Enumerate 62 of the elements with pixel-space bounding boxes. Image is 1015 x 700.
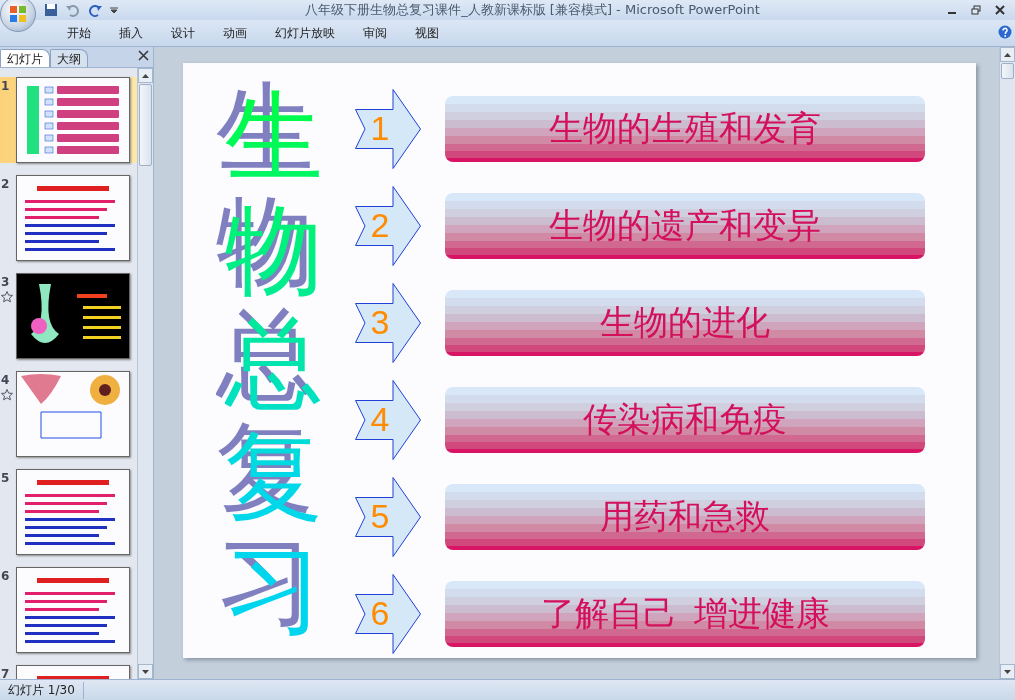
ribbon-tab[interactable]: 动画 [209, 22, 261, 44]
caret-down-icon [1004, 669, 1011, 674]
scrollbar-thumb[interactable] [139, 84, 152, 166]
slide-thumbnail[interactable] [16, 567, 130, 653]
ribbon-tab[interactable]: 插入 [105, 22, 157, 44]
item-number: 3 [369, 303, 391, 342]
scroll-up-button[interactable] [138, 68, 153, 83]
item-number: 1 [369, 109, 391, 148]
help-icon[interactable] [998, 25, 1012, 39]
close-icon[interactable] [138, 50, 149, 61]
slide-thumbnail-row[interactable]: 3 [0, 273, 137, 359]
restore-icon[interactable] [971, 5, 981, 15]
ribbon-tab[interactable]: 开始 [53, 22, 105, 44]
save-icon[interactable] [44, 3, 58, 17]
scroll-up-button[interactable] [1000, 47, 1015, 62]
panel-tab[interactable]: 幻灯片 [0, 49, 50, 67]
arrow-icon [355, 283, 421, 363]
arrow-icon [355, 89, 421, 169]
slide-number: 7 [1, 667, 10, 679]
slide-thumbnail[interactable] [16, 469, 130, 555]
slide-counter: 幻灯片 1/30 [0, 681, 84, 699]
slide-thumbnail[interactable] [16, 371, 130, 457]
ribbon-tab[interactable]: 设计 [157, 22, 209, 44]
slide-thumbnail-row[interactable]: 5 [0, 469, 137, 555]
slide-number: 3 [1, 275, 10, 289]
slide-thumbnail[interactable] [16, 77, 130, 163]
ribbon-tab[interactable]: 幻灯片放映 [261, 22, 349, 44]
caret-down-icon [142, 669, 149, 674]
item-number: 6 [369, 594, 391, 633]
item-number: 5 [369, 497, 391, 536]
slide-number: 6 [1, 569, 10, 583]
office-button[interactable] [0, 0, 36, 32]
ribbon-tab[interactable]: 视图 [401, 22, 453, 44]
item-number: 2 [369, 206, 391, 245]
slide-thumbnail-row[interactable]: 6 [0, 567, 137, 653]
caret-up-icon [1004, 52, 1011, 57]
office-logo [8, 4, 28, 24]
slide-thumbnail-row[interactable]: 7 [0, 665, 137, 679]
scroll-down-button[interactable] [1000, 664, 1015, 679]
slide-number: 4 [1, 373, 10, 387]
arrow-icon [355, 380, 421, 460]
slide-number: 2 [1, 177, 10, 191]
arrow-icon [355, 574, 421, 654]
slide-thumbnail[interactable] [16, 175, 130, 261]
close-icon[interactable] [995, 5, 1005, 15]
dropdown-icon[interactable] [110, 6, 118, 14]
slide-thumbnail-row[interactable]: 4 [0, 371, 137, 457]
item-number: 4 [369, 400, 391, 439]
slide-number: 1 [1, 79, 10, 93]
ribbon-tab[interactable]: 审阅 [349, 22, 401, 44]
slide-thumbnail[interactable] [16, 273, 130, 359]
scroll-down-button[interactable] [138, 664, 153, 679]
arrow-icon [355, 186, 421, 266]
redo-icon[interactable] [88, 3, 102, 17]
scrollbar-thumb[interactable] [1001, 63, 1014, 79]
slide-thumbnail-row[interactable]: 1 [0, 77, 137, 163]
caret-up-icon [142, 73, 149, 78]
window-title: 八年级下册生物总复习课件_人教新课标版 [兼容模式] - Microsoft PowerPoint [304, 1, 761, 19]
slide-number: 5 [1, 471, 10, 485]
arrow-icon [355, 477, 421, 557]
panel-tab[interactable]: 大纲 [50, 49, 88, 67]
slide-thumbnail-row[interactable]: 2 [0, 175, 137, 261]
